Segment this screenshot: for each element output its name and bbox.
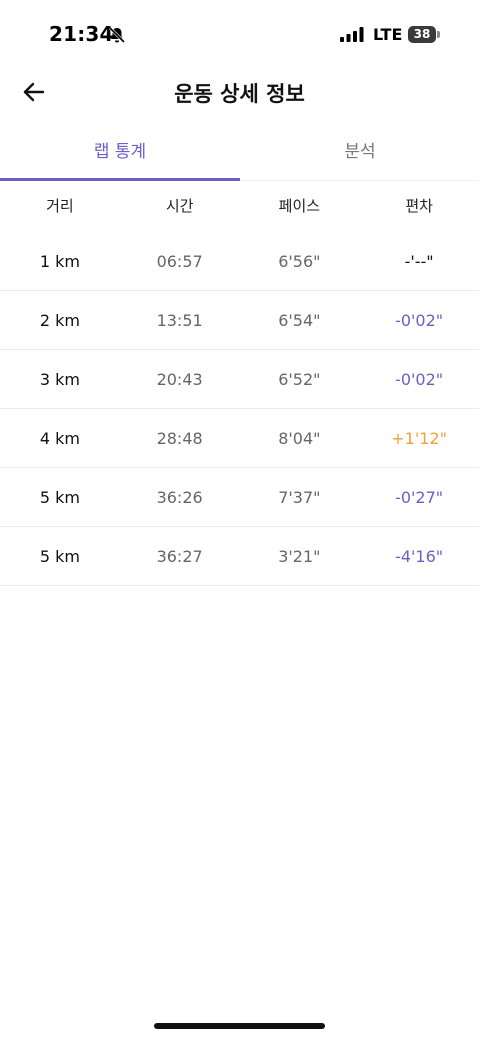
table-row: 2 km 13:51 6'54" -0'02"	[0, 291, 479, 350]
table-header: 거리 시간 페이스 편차	[0, 180, 479, 230]
page-title: 운동 상세 정보	[174, 82, 305, 106]
table-row: 3 km 20:43 6'52" -0'02"	[0, 350, 479, 409]
network-type: LTE	[373, 25, 403, 44]
table-row: 1 km 06:57 6'56" -'--"	[0, 232, 479, 291]
home-indicator[interactable]	[154, 1023, 325, 1029]
bell-slash-icon	[108, 26, 126, 44]
battery-level: 38	[408, 26, 436, 43]
tab-lap-stats[interactable]: 랩 통계	[0, 128, 240, 178]
lap-time: 13:51	[156, 310, 203, 330]
lap-time: 20:43	[156, 369, 203, 389]
lap-pace: 6'52"	[278, 369, 321, 389]
status-bar: 21:34 LTE 38	[0, 0, 479, 70]
lap-table: 거리 시간 페이스 편차 1 km 06:57 6'56" -'--" 2 km…	[0, 180, 479, 586]
lap-distance: 1 km	[39, 251, 80, 271]
lap-deviation: -'--"	[404, 251, 434, 271]
column-header-pace: 페이스	[278, 196, 321, 215]
column-header-deviation: 편차	[405, 196, 433, 215]
lap-deviation: -0'02"	[395, 310, 444, 330]
cellular-signal-icon	[340, 27, 365, 42]
table-row: 5 km 36:27 3'21" -4'16"	[0, 527, 479, 586]
battery-tip	[437, 31, 440, 38]
lap-time: 06:57	[156, 251, 203, 271]
lap-time: 36:26	[156, 487, 203, 507]
column-header-time: 시간	[165, 196, 194, 215]
header: 운동 상세 정보	[0, 70, 479, 118]
status-time: 21:34	[49, 22, 114, 46]
lap-deviation: -0'27"	[395, 487, 444, 507]
lap-pace: 6'54"	[278, 310, 321, 330]
lap-distance: 4 km	[39, 428, 80, 448]
tab-bar: 랩 통계 분석	[0, 128, 479, 181]
lap-deviation: -4'16"	[395, 546, 444, 566]
lap-pace: 8'04"	[278, 428, 321, 448]
table-row: 4 km 28:48 8'04" +1'12"	[0, 409, 479, 468]
lap-deviation: -0'02"	[395, 369, 444, 389]
lap-pace: 3'21"	[278, 546, 321, 566]
lap-pace: 7'37"	[278, 487, 321, 507]
table-row: 5 km 36:26 7'37" -0'27"	[0, 468, 479, 527]
lap-deviation: +1'12"	[391, 428, 447, 448]
column-header-distance: 거리	[46, 196, 74, 215]
lap-distance: 5 km	[39, 546, 80, 566]
lap-time: 36:27	[156, 546, 203, 566]
lap-time: 28:48	[156, 428, 203, 448]
tab-analysis[interactable]: 분석	[240, 128, 479, 178]
lap-distance: 3 km	[39, 369, 80, 389]
lap-distance: 2 km	[39, 310, 80, 330]
lap-pace: 6'56"	[278, 251, 321, 271]
lap-distance: 5 km	[39, 487, 80, 507]
